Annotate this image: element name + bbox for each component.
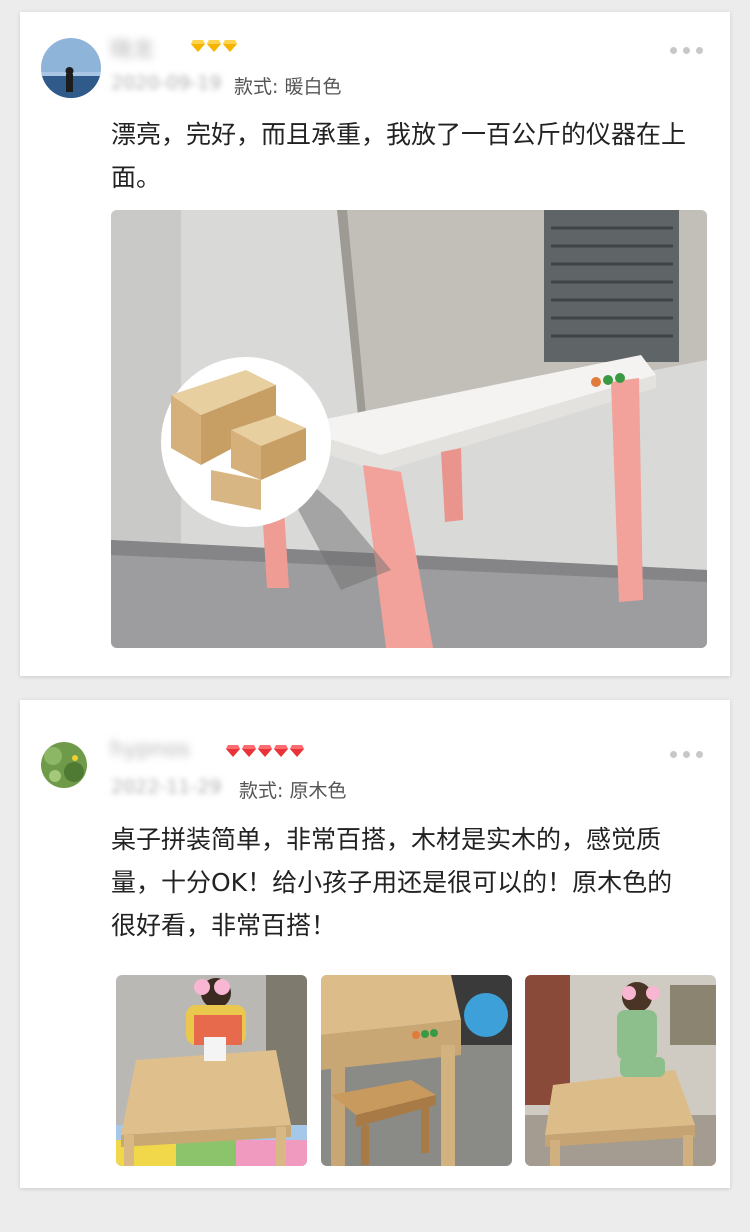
review-photo[interactable]	[116, 975, 307, 1166]
review-date: 2022-11-29	[111, 776, 222, 798]
review-text: 桌子拼装简单，非常百搭，木材是实木的，感觉质量，十分OK！给小孩子用还是很可以的…	[111, 825, 673, 940]
more-options-button[interactable]	[670, 751, 703, 758]
member-level-badges	[191, 40, 237, 52]
user-avatar[interactable]	[41, 38, 101, 98]
member-level-badges	[226, 745, 304, 757]
diamond-icon	[223, 40, 237, 52]
username[interactable]: hypnos	[110, 737, 190, 763]
product-variant: 款式: 原木色	[239, 780, 347, 802]
more-options-button[interactable]	[670, 47, 703, 54]
diamond-icon	[226, 745, 240, 757]
user-avatar[interactable]	[41, 742, 87, 788]
diamond-icon	[207, 40, 221, 52]
review-photo[interactable]	[525, 975, 716, 1166]
diamond-icon	[274, 745, 288, 757]
review-text: 漂亮，完好，而且承重，我放了一百公斤的仪器在上面。	[111, 120, 687, 192]
review-card: hypnos 2022-11-29 款式: 原木色 桌子拼装简单，非常百搭，木材…	[20, 700, 730, 1188]
review-card: 晓龙 2020-09-19 款式: 暖白色 漂亮，完好，而且承重，我放了一百公斤…	[20, 12, 730, 676]
username[interactable]: 晓龙	[110, 32, 154, 63]
review-date: 2020-09-19	[111, 72, 222, 94]
diamond-icon	[191, 40, 205, 52]
product-variant: 款式: 暖白色	[234, 76, 342, 98]
review-photo[interactable]	[111, 210, 707, 648]
review-photo[interactable]	[321, 975, 512, 1166]
diamond-icon	[290, 745, 304, 757]
diamond-icon	[242, 745, 256, 757]
diamond-icon	[258, 745, 272, 757]
